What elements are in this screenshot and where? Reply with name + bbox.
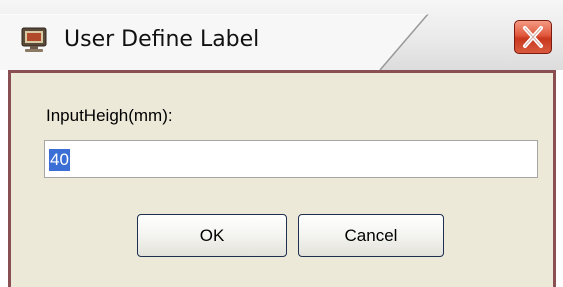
close-button[interactable]: [514, 20, 552, 54]
title-bar[interactable]: User Define Label: [0, 0, 563, 70]
height-input[interactable]: 40: [44, 140, 538, 178]
close-x-icon: [523, 26, 543, 48]
dialog-client-bottom: [8, 280, 556, 287]
ok-button[interactable]: OK: [137, 214, 287, 257]
cancel-button[interactable]: Cancel: [298, 214, 444, 257]
app-monitor-icon: [20, 26, 48, 54]
height-input-value[interactable]: 40: [49, 149, 70, 171]
height-field-label: InputHeigh(mm):: [46, 106, 173, 125]
user-define-label-dialog: User Define Label InputHeigh(mm): 40 OK …: [0, 0, 563, 287]
window-title: User Define Label: [64, 27, 260, 52]
